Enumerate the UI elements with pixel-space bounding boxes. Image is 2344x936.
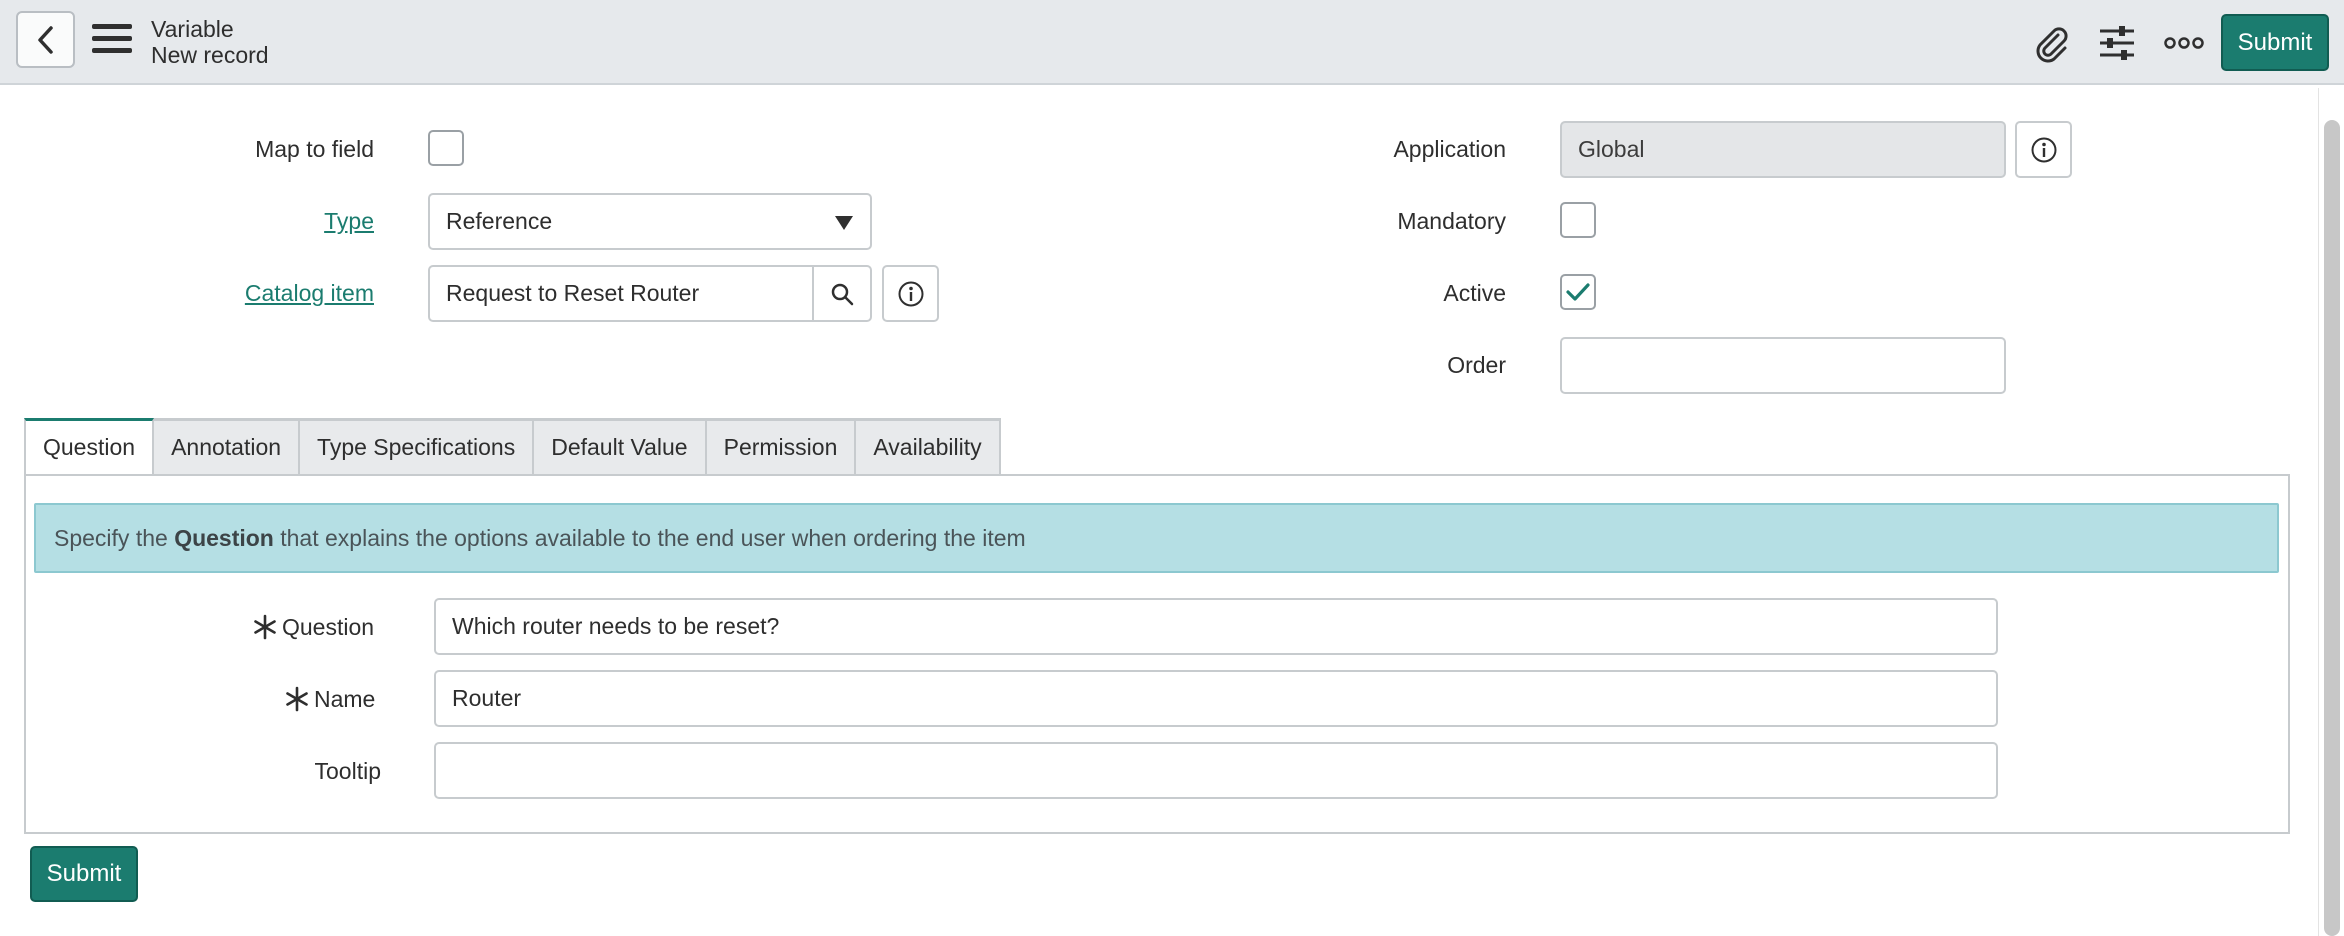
question-label: Question bbox=[282, 614, 375, 640]
checkmark-icon bbox=[1566, 283, 1590, 301]
search-icon bbox=[831, 283, 854, 305]
active-checkbox[interactable] bbox=[1560, 274, 1596, 310]
paperclip-icon[interactable] bbox=[2030, 22, 2072, 64]
banner-text-suffix: that explains the options available to t… bbox=[273, 524, 1026, 551]
submit-button-bottom[interactable]: Submit bbox=[30, 846, 138, 902]
catalog-item-lookup-button[interactable] bbox=[812, 267, 870, 320]
application-field: Global bbox=[1560, 121, 2006, 178]
tooltip-field[interactable] bbox=[434, 742, 1998, 799]
question-value: Which router needs to be reset? bbox=[452, 613, 780, 639]
page-title: Variable bbox=[151, 16, 234, 42]
order-label: Order bbox=[1447, 352, 1506, 378]
more-icon[interactable] bbox=[2163, 22, 2205, 64]
caret-down-icon bbox=[835, 216, 853, 230]
application-value: Global bbox=[1578, 136, 1645, 162]
name-field[interactable]: Router bbox=[434, 670, 1998, 727]
catalog-item-value: Request to Reset Router bbox=[446, 280, 700, 306]
name-value: Router bbox=[452, 685, 522, 711]
name-label: Name bbox=[314, 686, 376, 712]
order-field[interactable] bbox=[1560, 337, 2006, 394]
info-banner: Specify the Question that explains the o… bbox=[34, 503, 2279, 573]
mandatory-label: Mandatory bbox=[1397, 208, 1506, 234]
form-header: Variable New record Submit bbox=[0, 0, 2344, 85]
tab-annotation[interactable]: Annotation bbox=[154, 421, 301, 476]
question-field[interactable]: Which router needs to be reset? bbox=[434, 598, 1998, 655]
tab-permission[interactable]: Permission bbox=[706, 421, 857, 476]
banner-text-bold: Question bbox=[174, 524, 274, 551]
application-label: Application bbox=[1393, 136, 1506, 162]
active-label: Active bbox=[1443, 280, 1506, 306]
section-tabs: Question Annotation Type Specifications … bbox=[24, 418, 1001, 476]
application-info-button[interactable] bbox=[2015, 121, 2072, 178]
hamburger-menu-icon[interactable] bbox=[92, 24, 132, 58]
page-subtitle: New record bbox=[151, 42, 269, 68]
info-icon bbox=[2031, 137, 2056, 162]
tab-availability[interactable]: Availability bbox=[856, 421, 1001, 476]
catalog-item-field[interactable]: Request to Reset Router bbox=[428, 265, 872, 322]
record-title: Variable New record bbox=[151, 16, 269, 68]
required-asterisk-icon bbox=[254, 614, 276, 640]
tab-default-value[interactable]: Default Value bbox=[534, 421, 707, 476]
info-icon bbox=[898, 281, 923, 306]
submit-button-top[interactable]: Submit bbox=[2221, 14, 2329, 71]
tab-type-specifications[interactable]: Type Specifications bbox=[300, 421, 535, 476]
type-label-link[interactable]: Type bbox=[180, 208, 374, 235]
back-button[interactable] bbox=[16, 11, 75, 68]
chevron-left-icon bbox=[37, 25, 53, 54]
sliders-icon[interactable] bbox=[2096, 22, 2138, 64]
catalog-item-label-link[interactable]: Catalog item bbox=[180, 280, 374, 307]
scrollbar-thumb[interactable] bbox=[2324, 120, 2340, 936]
tooltip-label: Tooltip bbox=[314, 758, 381, 784]
mandatory-checkbox[interactable] bbox=[1560, 202, 1596, 238]
tab-question[interactable]: Question bbox=[24, 418, 155, 476]
map-to-field-checkbox[interactable] bbox=[428, 130, 464, 166]
banner-text-prefix: Specify the bbox=[54, 524, 175, 551]
map-to-field-label: Map to field bbox=[255, 136, 374, 162]
required-asterisk-icon bbox=[286, 686, 308, 712]
catalog-item-info-button[interactable] bbox=[882, 265, 939, 322]
type-select[interactable]: Reference bbox=[428, 193, 872, 250]
type-select-value: Reference bbox=[446, 208, 553, 234]
